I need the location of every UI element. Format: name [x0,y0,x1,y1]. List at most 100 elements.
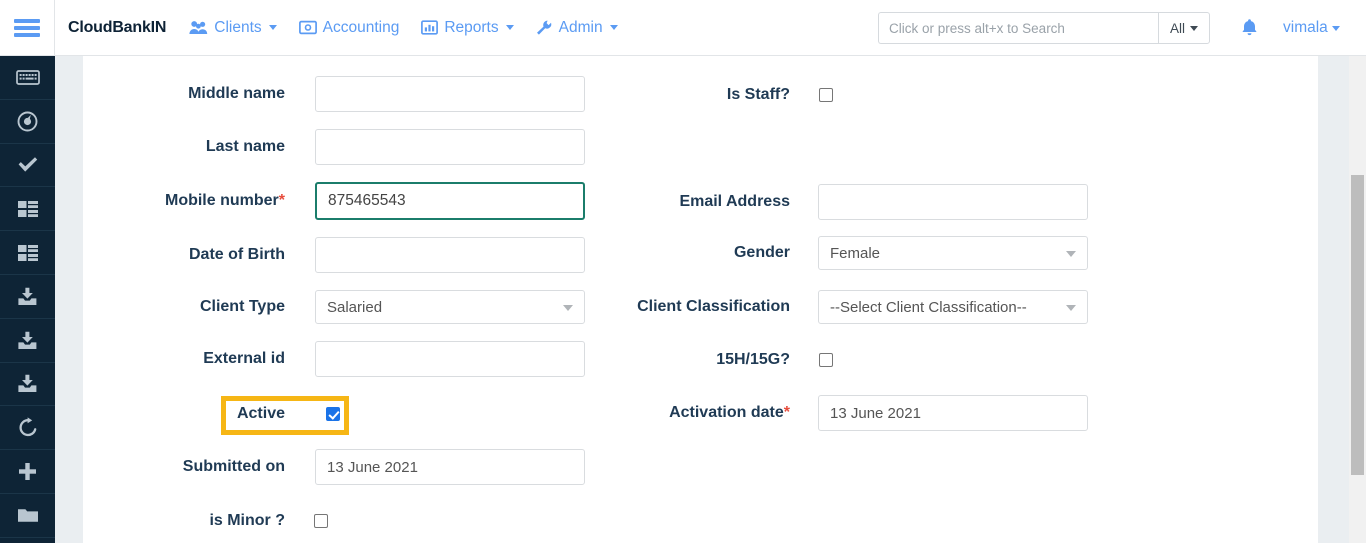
compass-icon [17,111,38,132]
notifications-button[interactable] [1241,18,1258,42]
bar-chart-icon [421,20,438,35]
search-scope-label: All [1170,21,1185,36]
client-type-select[interactable]: Salaried [315,290,585,324]
chevron-down-icon [1332,26,1340,31]
nav-item-accounting-label: Accounting [323,19,400,37]
field-gender-label: Gender [600,244,790,262]
bell-icon [1241,18,1258,37]
field-15h-15g-label: 15H/15G? [600,351,790,369]
nav-item-clients[interactable]: Clients [178,0,287,56]
search-input[interactable] [878,12,1158,44]
chevron-down-icon [563,305,573,311]
sidebar-item-add[interactable] [0,450,55,494]
folder-icon [17,507,39,524]
sidebar-item-navigation[interactable] [0,100,55,144]
client-classification-select[interactable]: --Select Client Classification-- [818,290,1088,324]
activation-date-input[interactable] [818,395,1088,431]
client-type-selected-value: Salaried [327,299,382,316]
active-checkbox[interactable] [326,407,340,421]
field-submitted-on-label: Submitted on [120,458,285,476]
chevron-down-icon [506,25,514,30]
field-active-label: Active [120,405,285,423]
server-list-icon [17,244,39,262]
date-of-birth-input[interactable] [315,237,585,273]
chevron-down-icon [610,25,618,30]
mobile-number-input[interactable] [315,182,585,220]
sidebar-item-keyboard[interactable] [0,56,55,100]
nav-item-clients-label: Clients [214,19,261,37]
field-submitted-on: Submitted on [120,449,585,485]
field-mobile-number-label: Mobile number* [120,192,285,210]
field-client-type-label: Client Type [120,298,285,316]
external-id-input[interactable] [315,341,585,377]
user-menu[interactable]: vimala [1283,19,1340,37]
hamburger-menu-button[interactable] [0,0,55,56]
refresh-icon [18,417,38,438]
field-is-minor: is Minor ? [120,512,585,530]
wrench-icon [536,20,553,35]
app-brand-logo[interactable]: CloudBankIN [68,19,166,37]
global-search: All [878,12,1210,44]
field-is-staff: Is Staff? [600,86,1090,104]
vertical-scrollbar[interactable] [1349,56,1366,543]
required-asterisk: * [784,404,790,421]
sidebar-item-list-2[interactable] [0,231,55,275]
check-icon [17,156,39,173]
client-classification-selected-value: --Select Client Classification-- [830,299,1027,316]
gender-selected-value: Female [830,245,880,262]
nav-item-accounting[interactable]: Accounting [288,0,411,56]
field-email-address: Email Address [600,184,1090,220]
nav-item-admin-label: Admin [559,19,603,37]
email-address-input[interactable] [818,184,1088,220]
field-client-classification: Client Classification --Select Client Cl… [600,290,1090,324]
inbox-download-icon [17,287,38,306]
sidebar-item-list-1[interactable] [0,187,55,231]
sidebar-item-download-1[interactable] [0,275,55,319]
field-activation-date: Activation date* [600,395,1090,431]
required-asterisk: * [279,192,285,209]
field-mobile-number: Mobile number* [120,182,585,220]
field-gender: Gender Female [600,236,1090,270]
field-active: Active [120,405,585,423]
field-15h-15g: 15H/15G? [600,351,1090,369]
field-email-address-label: Email Address [600,193,790,211]
hamburger-menu-icon [14,16,40,40]
chevron-down-icon [1190,26,1198,31]
nav-item-reports-label: Reports [444,19,498,37]
is-minor-checkbox[interactable] [314,514,328,528]
sidebar-item-download-2[interactable] [0,319,55,363]
chevron-down-icon [1066,305,1076,311]
server-list-icon [17,200,39,218]
sidebar-item-approve[interactable] [0,144,55,188]
field-external-id: External id [120,341,585,377]
users-icon [189,20,208,35]
search-scope-dropdown[interactable]: All [1158,12,1210,44]
scrollbar-thumb[interactable] [1351,175,1364,475]
sidebar-item-download-3[interactable] [0,363,55,407]
submitted-on-input[interactable] [315,449,585,485]
field-middle-name: Middle name [120,76,585,112]
top-header-bar: CloudBankIN Clients Accounting [0,0,1366,56]
field-last-name: Last name [120,129,585,165]
field-external-id-label: External id [120,350,285,368]
inbox-download-icon [17,374,38,393]
chevron-down-icon [1066,251,1076,257]
last-name-input[interactable] [315,129,585,165]
fifteen-h-g-checkbox[interactable] [819,353,833,367]
left-sidebar [0,56,55,543]
sidebar-item-folder[interactable] [0,494,55,538]
user-menu-label: vimala [1283,19,1328,37]
chevron-down-icon [269,25,277,30]
middle-name-input[interactable] [315,76,585,112]
sidebar-item-refresh[interactable] [0,406,55,450]
is-staff-checkbox[interactable] [819,88,833,102]
nav-item-admin[interactable]: Admin [525,0,629,56]
money-bill-icon [299,20,317,35]
nav-item-reports[interactable]: Reports [410,0,524,56]
inbox-download-icon [17,331,38,350]
field-date-of-birth: Date of Birth [120,237,585,273]
gender-select[interactable]: Female [818,236,1088,270]
field-activation-date-label: Activation date* [600,404,790,422]
field-client-classification-label: Client Classification [600,298,790,316]
field-middle-name-label: Middle name [120,85,285,103]
